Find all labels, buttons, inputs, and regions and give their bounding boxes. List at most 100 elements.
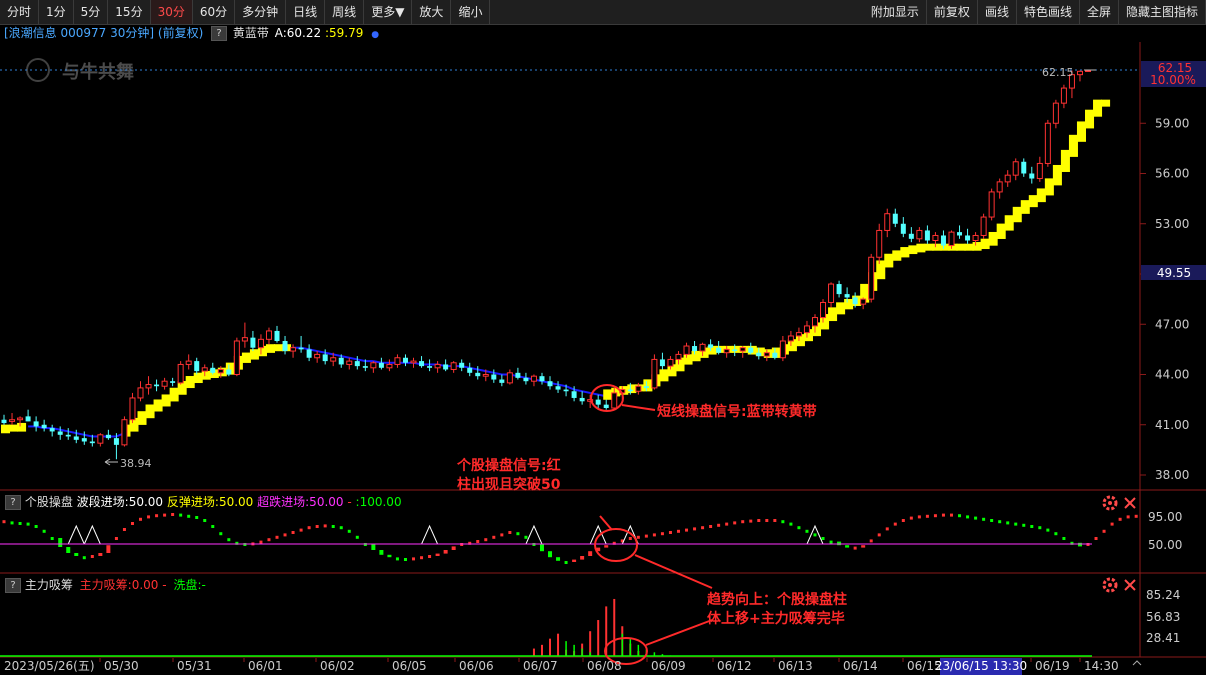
time-label: 06/05 [392, 659, 427, 673]
candle-body-up [1060, 87, 1067, 104]
osc-dot [709, 525, 713, 528]
candle-body-up [434, 363, 441, 369]
panel1-max-value: :100.00 [355, 495, 402, 509]
blue-band-segment [565, 385, 575, 391]
osc-bar [1077, 542, 1082, 547]
candle-body-down [226, 369, 232, 375]
blue-band-segment [573, 388, 583, 393]
price-axis: 59.0056.0053.0050.0047.0044.0041.0038.00 [1140, 116, 1189, 482]
signal-pointer-sub2 [645, 619, 713, 646]
osc-dot [885, 527, 889, 531]
candle-body-up [828, 283, 835, 303]
yellow-band-segment [892, 250, 902, 261]
yellow-band-segment [1085, 109, 1095, 129]
candle-body-up [876, 229, 883, 258]
osc-dot [628, 537, 632, 540]
blue-band-segment [349, 356, 358, 361]
osc-dot [741, 520, 745, 524]
time-label: 06/14 [843, 659, 878, 673]
osc-dot [893, 522, 897, 526]
candle-body-down [555, 386, 561, 390]
candle-body-up [948, 231, 955, 247]
osc-bar [588, 551, 593, 556]
candle-body-down [338, 357, 344, 365]
panel2-help-icon[interactable]: ? [5, 578, 21, 593]
osc-bar [443, 550, 448, 554]
panel2-title: 主力吸筹 [24, 578, 73, 592]
candle-body-up [803, 325, 810, 334]
blue-band-segment [68, 430, 77, 435]
osc-dot [982, 517, 986, 521]
candle-body-down [756, 352, 762, 357]
osc-dot [163, 513, 167, 517]
yellow-band-segment [876, 260, 886, 280]
osc-dot [412, 557, 416, 561]
osc-dot [428, 555, 432, 558]
yellow-band-segment [916, 243, 926, 253]
time-label: 06/02 [320, 659, 355, 673]
main-force-absorb-bars [532, 598, 672, 656]
osc-dot [853, 546, 857, 550]
osc-dot [524, 535, 528, 539]
osc-dot [805, 529, 809, 533]
entry-triangle-icon [525, 524, 543, 545]
candle-body-up [410, 360, 417, 364]
osc-dot [122, 528, 126, 531]
yellow-band-segment [241, 352, 251, 363]
candle-body-up [739, 347, 746, 352]
candle-body-down [499, 379, 505, 383]
panel1-help-icon[interactable]: ? [5, 495, 21, 510]
candle-body-up [884, 213, 891, 231]
yellow-band-segment [1093, 99, 1103, 117]
annotation-sub1-line2: 柱出现且突破50 [457, 476, 561, 493]
yellow-band-segment [1036, 188, 1046, 203]
osc-dot [1038, 526, 1042, 530]
candle-body-up [17, 417, 24, 421]
blue-band-segment [324, 351, 334, 356]
osc-bar [845, 545, 850, 548]
candle-body-down [57, 431, 63, 435]
chart-canvas[interactable]: 与牛共舞 59.00 56.00 53.00 50.00 47.00 44.00 41.00… [0, 0, 1206, 675]
candle-body-down [836, 284, 842, 295]
osc-dot [685, 528, 689, 532]
yellow-band-segment [153, 399, 163, 412]
candle-body-up [779, 340, 786, 359]
candle-body-up [795, 332, 802, 337]
osc-dot [259, 540, 263, 544]
yellow-band-segment [193, 372, 203, 384]
candle-body-down [170, 381, 176, 383]
candle-body-down [547, 381, 553, 387]
yellow-band-segment [1060, 149, 1070, 172]
osc-dot [564, 561, 568, 564]
osc-dot [1022, 523, 1026, 527]
osc-dot [949, 513, 953, 517]
osc-dot [307, 526, 311, 530]
candle-body-down [65, 434, 71, 437]
osc-dot [139, 517, 143, 521]
collapse-up-icon[interactable] [1132, 660, 1142, 666]
osc-dot [636, 535, 640, 539]
osc-dot [147, 515, 151, 519]
candle-body-up [667, 358, 674, 367]
osc-dot [203, 519, 207, 522]
time-label: 2023/05/26(五) [4, 659, 95, 673]
osc-dot [733, 521, 737, 525]
yellow-band-segment [988, 231, 998, 246]
low-price-label: 38.94 [120, 457, 152, 470]
osc-dot [267, 538, 271, 542]
osc-dot [283, 533, 287, 537]
osc-dot [508, 531, 512, 534]
candle-body-down [940, 235, 946, 246]
candle-body-down [1021, 161, 1027, 174]
candle-body-up [330, 357, 337, 362]
yellow-band-segment [1052, 164, 1062, 186]
candle-body-down [274, 330, 280, 341]
yellow-band-segment [185, 376, 195, 389]
blue-band-segment [485, 370, 495, 374]
osc-bar [58, 538, 63, 547]
osc-dot [869, 539, 873, 543]
yellow-band-segment [1, 424, 11, 434]
candle-body-up [611, 392, 618, 409]
panel2-tick-28: 28.41 [1146, 631, 1180, 645]
panel2-tick-85: 85.24 [1146, 588, 1180, 602]
